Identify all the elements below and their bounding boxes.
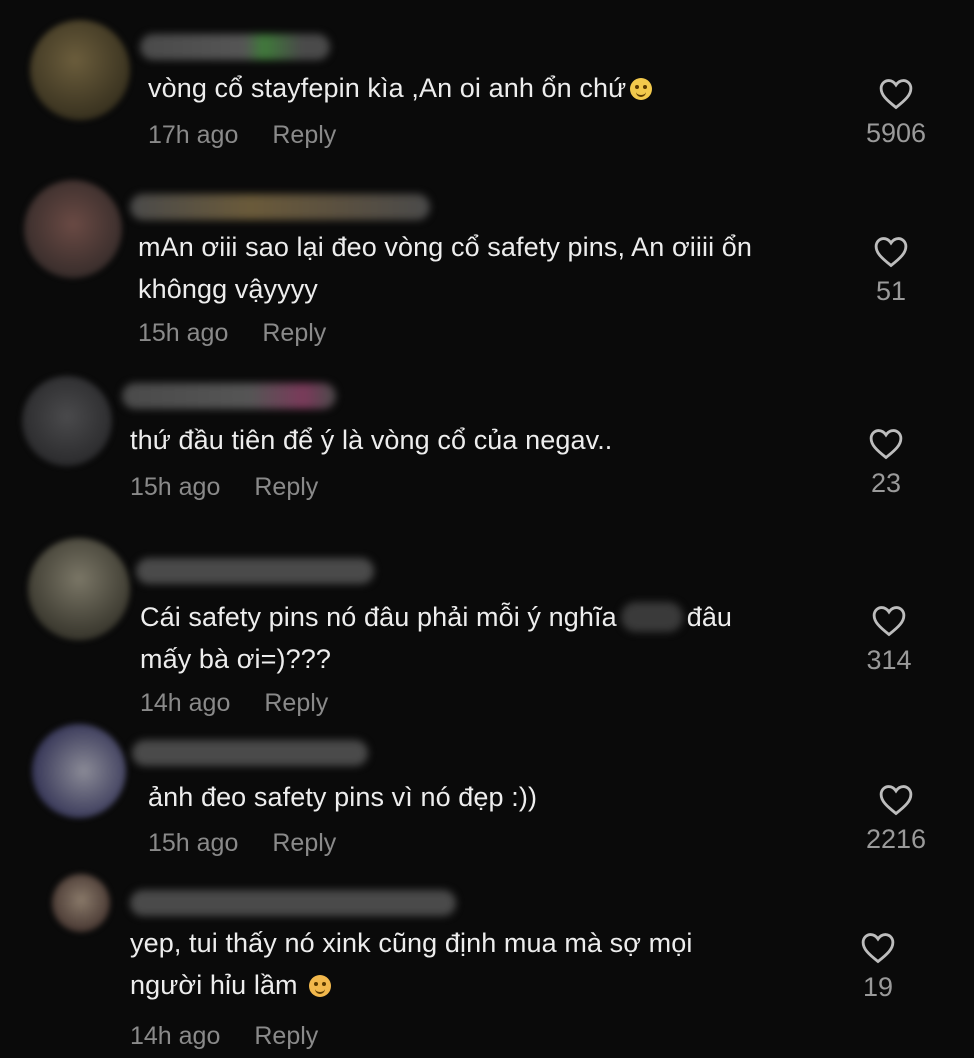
comment-text: ảnh đeo safety pins vì nó đẹp :))	[148, 782, 538, 812]
like-count: 5906	[865, 118, 927, 148]
timestamp: 15h ago	[138, 319, 229, 347]
avatar[interactable]	[24, 180, 122, 278]
reply-button[interactable]: Reply	[262, 319, 326, 347]
timestamp: 15h ago	[130, 473, 221, 501]
comment-text: thứ đầu tiên để ý là vòng cổ của negav..	[130, 425, 613, 455]
heart-outline-icon[interactable]	[872, 605, 906, 637]
upside-down-face-emoji-icon	[309, 975, 332, 997]
avatar[interactable]	[28, 538, 130, 640]
avatar[interactable]	[52, 874, 110, 932]
like-count: 19	[862, 972, 894, 1002]
reply-button[interactable]: Reply	[272, 829, 336, 857]
pleading-face-emoji-icon	[630, 78, 653, 100]
timestamp: 17h ago	[148, 121, 239, 149]
heart-outline-icon[interactable]	[861, 932, 895, 964]
like-button[interactable]: 19	[833, 932, 923, 1003]
heart-outline-icon[interactable]	[879, 78, 913, 110]
avatar[interactable]	[22, 376, 112, 466]
like-count: 51	[875, 276, 907, 306]
username-blurred[interactable]	[130, 890, 456, 916]
like-button[interactable]: 23	[841, 428, 931, 499]
censored-word	[620, 602, 683, 632]
like-button[interactable]: 5906	[851, 78, 941, 149]
reply-button[interactable]: Reply	[272, 121, 336, 149]
like-count: 314	[866, 645, 912, 675]
avatar[interactable]	[32, 724, 126, 818]
comment-text: yep, tui thấy nó xink cũng định mua mà s…	[130, 928, 693, 1000]
comment-text: mAn ơiii sao lại đeo vòng cổ safety pins…	[138, 232, 753, 304]
reply-button[interactable]: Reply	[254, 473, 318, 501]
timestamp: 15h ago	[148, 829, 239, 857]
avatar[interactable]	[30, 20, 130, 120]
like-count: 23	[870, 468, 902, 498]
like-button[interactable]: 314	[844, 605, 934, 676]
reply-button[interactable]: Reply	[264, 689, 328, 717]
comment-meta: 14h ago Reply	[140, 689, 328, 718]
comment-meta: 15h ago Reply	[148, 829, 336, 858]
username-blurred[interactable]	[122, 383, 336, 409]
comment-text: Cái safety pins nó đâu phải mỗi ý nghĩa đ…	[140, 602, 733, 674]
timestamp: 14h ago	[140, 689, 231, 717]
timestamp: 14h ago	[130, 1022, 221, 1050]
reply-button[interactable]: Reply	[254, 1022, 318, 1050]
username-blurred[interactable]	[132, 740, 368, 766]
username-blurred[interactable]	[130, 194, 430, 220]
username-blurred[interactable]	[136, 558, 374, 584]
heart-outline-icon[interactable]	[874, 236, 908, 268]
like-count: 2216	[865, 824, 927, 854]
like-button[interactable]: 51	[846, 236, 936, 307]
comment-meta: 17h ago Reply	[148, 121, 336, 150]
comment-text: vòng cổ stayfepin kìa ,An oi anh ổn chứ	[148, 67, 653, 109]
heart-outline-icon[interactable]	[879, 784, 913, 816]
heart-outline-icon[interactable]	[869, 428, 903, 460]
username-blurred[interactable]	[140, 34, 330, 60]
comment-meta: 14h ago Reply	[130, 1022, 318, 1051]
comment-meta: 15h ago Reply	[130, 473, 318, 502]
comment-meta: 15h ago Reply	[138, 319, 326, 348]
like-button[interactable]: 2216	[851, 784, 941, 855]
